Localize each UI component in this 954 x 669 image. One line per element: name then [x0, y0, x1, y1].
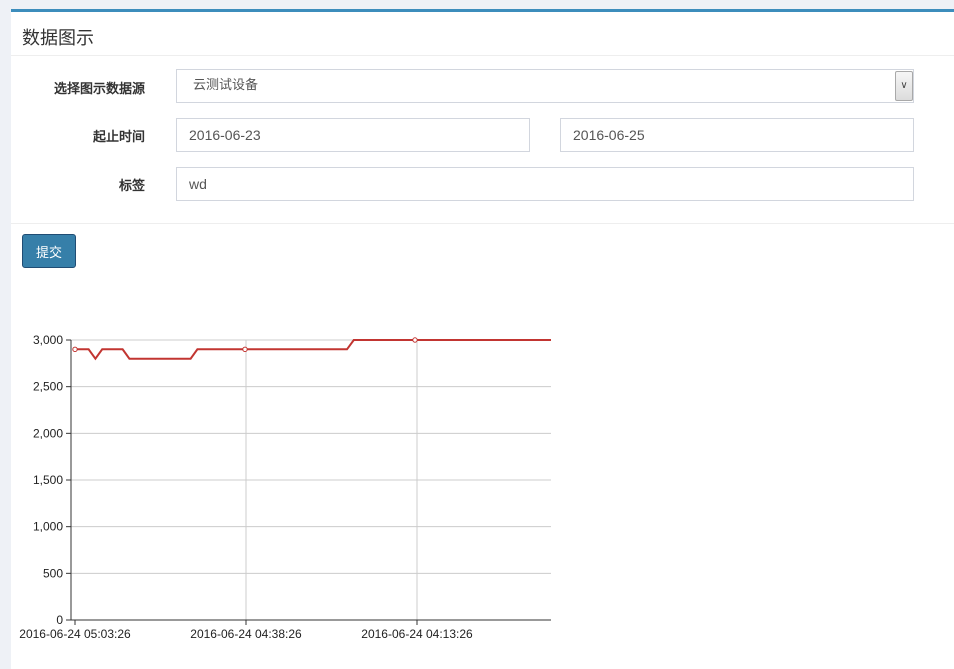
tag-field[interactable]: wd	[176, 167, 914, 201]
header-divider	[11, 55, 954, 56]
source-select-value: 云测试设备	[193, 78, 259, 93]
source-label: 选择图示数据源	[53, 82, 145, 97]
y-tick-label: 0	[56, 613, 63, 627]
y-tick-label: 3,000	[33, 333, 63, 347]
series-point	[412, 337, 418, 343]
x-tick-labels: 2016-06-24 05:03:26 2016-06-24 04:38:26 20…	[19, 627, 473, 641]
y-tick-label: 2,500	[33, 380, 63, 394]
range-label: 起止时间	[92, 130, 145, 145]
y-tick-labels: 3,000 2,500 2,000 1,500 1,000 500 0	[33, 333, 63, 627]
end-date-field[interactable]: 2016-06-25	[560, 118, 914, 152]
y-tick-label: 2,000	[33, 426, 63, 440]
submit-button[interactable]: 提交	[22, 234, 76, 268]
x-tick-label: 2016-06-24 04:38:26	[190, 627, 302, 641]
chart-grid	[66, 339, 551, 625]
line-chart: 3,000 2,500 2,000 1,500 1,000 500 0 2016-06-24…	[19, 333, 551, 641]
x-tick-label: 2016-06-24 05:03:26	[19, 627, 131, 641]
y-tick-label: 500	[43, 566, 63, 580]
series-line	[75, 339, 551, 361]
series-point	[72, 346, 78, 353]
panel-title: 数据图示	[22, 28, 94, 49]
chevron-down-icon[interactable]: ∨	[895, 71, 913, 101]
y-tick-label: 1,000	[33, 520, 63, 534]
y-tick-label: 1,500	[33, 473, 63, 487]
x-tick-label: 2016-06-24 04:13:26	[361, 627, 473, 641]
start-date-field[interactable]: 2016-06-23	[176, 118, 530, 152]
source-select[interactable]: 云测试设备 ∨	[176, 69, 914, 103]
series-point	[242, 346, 248, 353]
data-chart-panel: 数据图示 选择图示数据源 云测试设备 ∨ 起止时间 2016-06-23 201…	[11, 9, 954, 669]
tag-label: 标签	[118, 179, 145, 194]
form-divider	[11, 223, 954, 224]
